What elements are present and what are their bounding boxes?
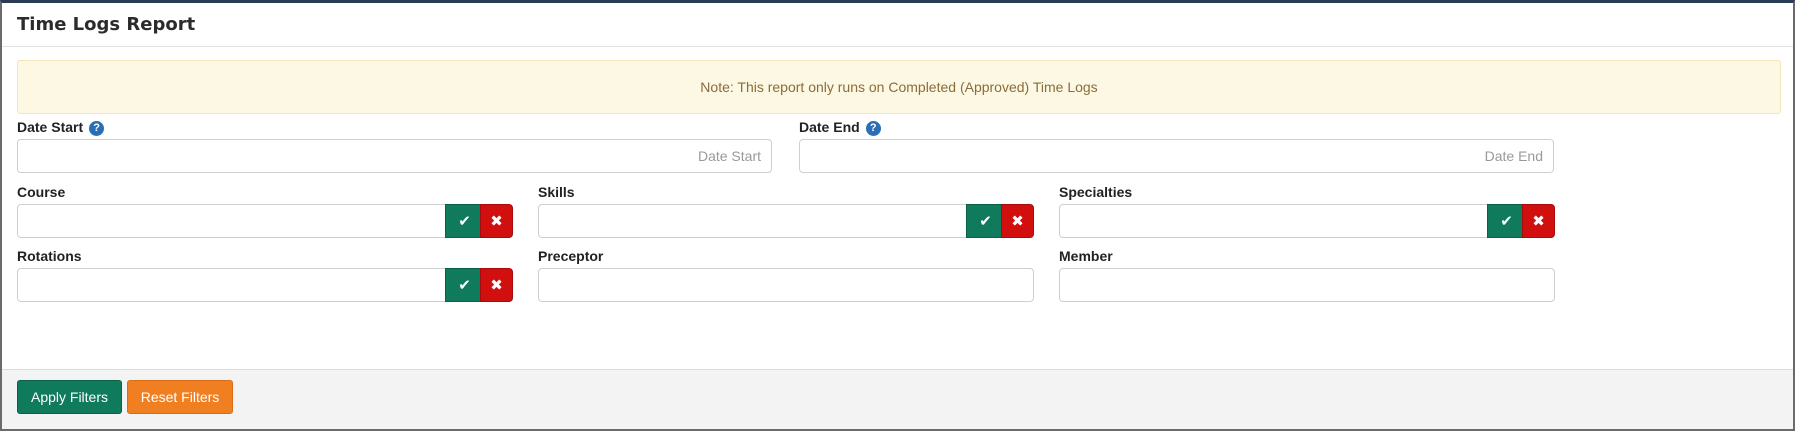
course-confirm-button[interactable]: ✔ [445, 204, 484, 238]
rotations-clear-button[interactable]: ✖ [480, 268, 513, 302]
date-start-input[interactable] [17, 139, 772, 173]
panel-header: Time Logs Report [2, 3, 1793, 47]
question-circle-icon[interactable]: ? [865, 121, 881, 136]
check-icon: ✔ [458, 277, 471, 294]
apply-filters-button[interactable]: Apply Filters [17, 380, 122, 414]
date-end-label-text: Date End [799, 119, 860, 135]
check-icon: ✔ [458, 213, 471, 230]
preceptor-input[interactable] [538, 268, 1034, 302]
times-icon: ✖ [1532, 213, 1545, 230]
preceptor-label: Preceptor [538, 248, 604, 264]
times-icon: ✖ [490, 213, 503, 230]
specialties-clear-button[interactable]: ✖ [1522, 204, 1555, 238]
question-circle-icon[interactable]: ? [89, 121, 105, 136]
date-end-input[interactable] [799, 139, 1554, 173]
check-icon: ✔ [979, 213, 992, 230]
skills-confirm-button[interactable]: ✔ [966, 204, 1005, 238]
skills-input[interactable] [538, 204, 968, 238]
member-input[interactable] [1059, 268, 1555, 302]
info-note: Note: This report only runs on Completed… [17, 60, 1781, 114]
reset-filters-button[interactable]: Reset Filters [127, 380, 233, 414]
course-label: Course [17, 184, 66, 200]
skills-label: Skills [538, 184, 575, 200]
times-icon: ✖ [490, 277, 503, 294]
date-start-label-text: Date Start [17, 119, 84, 135]
panel-footer: Apply Filters Reset Filters [2, 369, 1793, 429]
times-icon: ✖ [1011, 213, 1024, 230]
rotations-input[interactable] [17, 268, 447, 302]
specialties-confirm-button[interactable]: ✔ [1487, 204, 1526, 238]
date-start-label: Date Start? [17, 119, 105, 136]
skills-clear-button[interactable]: ✖ [1001, 204, 1034, 238]
rotations-label: Rotations [17, 248, 82, 264]
check-icon: ✔ [1500, 213, 1513, 230]
report-panel: Time Logs Report Note: This report only … [0, 0, 1795, 431]
date-end-label: Date End? [799, 119, 881, 136]
course-input[interactable] [17, 204, 447, 238]
specialties-input[interactable] [1059, 204, 1489, 238]
page-title: Time Logs Report [17, 14, 196, 35]
specialties-label: Specialties [1059, 184, 1133, 200]
member-label: Member [1059, 248, 1113, 264]
rotations-confirm-button[interactable]: ✔ [445, 268, 484, 302]
course-clear-button[interactable]: ✖ [480, 204, 513, 238]
